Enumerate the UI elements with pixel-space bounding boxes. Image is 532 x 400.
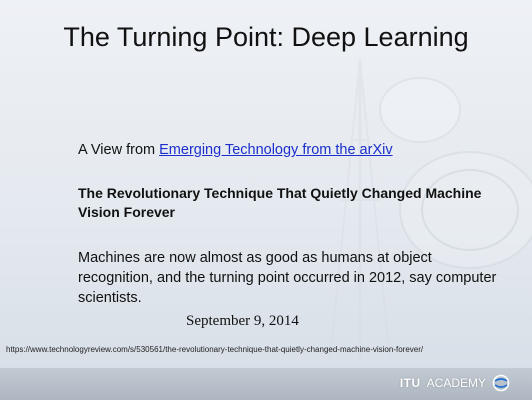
itu-academy-logo: ITU ACADEMY [400, 374, 510, 392]
article-summary: Machines are now almost as good as human… [78, 250, 497, 306]
itu-globe-icon [492, 374, 510, 392]
logo-itu-text: ITU [399, 376, 421, 390]
article-headline: The Revolutionary Technique That Quietly… [78, 185, 482, 220]
slide-title: The Turning Point: Deep Learning [63, 22, 469, 52]
source-link[interactable]: Emerging Technology from the arXiv [159, 142, 392, 158]
intro-line: A View from Emerging Technology from the… [78, 142, 393, 158]
slide: The Turning Point: Deep Learning A View … [0, 0, 532, 400]
source-url[interactable]: https://www.technologyreview.com/s/53056… [6, 345, 528, 354]
intro-prefix: A View from [78, 142, 160, 158]
article-date: September 9, 2014 [186, 313, 299, 329]
logo-academy-text: ACADEMY [426, 376, 486, 390]
